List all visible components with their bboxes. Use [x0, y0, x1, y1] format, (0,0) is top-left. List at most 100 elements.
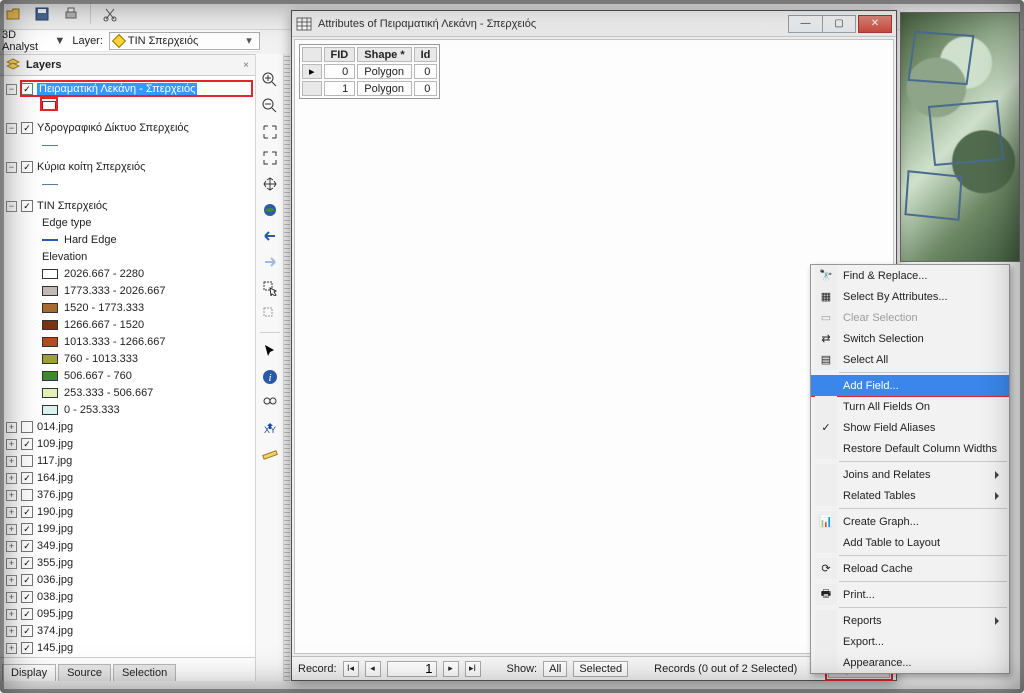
visibility-checkbox[interactable]	[21, 591, 33, 603]
menu-item[interactable]: ▦Select By Attributes...	[811, 286, 1009, 307]
expand-toggle[interactable]: +	[6, 592, 17, 603]
visibility-checkbox[interactable]	[21, 574, 33, 586]
back-extent-icon[interactable]	[260, 226, 280, 246]
layer-image-item[interactable]: +376.jpg	[6, 487, 253, 503]
maximize-button[interactable]: ▢	[822, 15, 856, 33]
menu-item[interactable]: Reports	[811, 610, 1009, 631]
layer-image-item[interactable]: +095.jpg	[6, 606, 253, 622]
expand-toggle[interactable]: +	[6, 609, 17, 620]
menu-item[interactable]: 🖶Print...	[811, 584, 1009, 605]
select-features-icon[interactable]	[260, 278, 280, 298]
menu-item[interactable]: Joins and Relates	[811, 464, 1009, 485]
layer-image-item[interactable]: +349.jpg	[6, 538, 253, 554]
next-record-button[interactable]: ▸	[443, 661, 459, 677]
expand-toggle[interactable]: −	[6, 201, 17, 212]
menu-item[interactable]: ✓Show Field Aliases	[811, 417, 1009, 438]
expand-toggle[interactable]: −	[6, 162, 17, 173]
expand-toggle[interactable]: +	[6, 626, 17, 637]
measure-icon[interactable]	[260, 445, 280, 465]
menu-item[interactable]: 📊Create Graph...	[811, 511, 1009, 532]
goto-xy-icon[interactable]: XY	[260, 419, 280, 439]
close-button[interactable]: ✕	[858, 15, 892, 33]
show-selected-button[interactable]: Selected	[573, 661, 628, 677]
layer-image-item[interactable]: +014.jpg	[6, 419, 253, 435]
find-icon[interactable]	[260, 393, 280, 413]
menu-item[interactable]: Appearance...	[811, 652, 1009, 673]
menu-item[interactable]: Add Table to Layout	[811, 532, 1009, 553]
visibility-checkbox[interactable]	[21, 540, 33, 552]
menu-item[interactable]: ▤Select All	[811, 349, 1009, 370]
pan-icon[interactable]	[260, 174, 280, 194]
attribute-table-grid[interactable]: FIDShape *Id ▸0Polygon0 1Polygon0	[299, 44, 440, 99]
show-all-button[interactable]: All	[543, 661, 567, 677]
fixed-zoom-out-icon[interactable]	[260, 148, 280, 168]
visibility-checkbox[interactable]	[21, 161, 33, 173]
expand-toggle[interactable]: +	[6, 490, 17, 501]
layer-image-item[interactable]: +036.jpg	[6, 572, 253, 588]
visibility-checkbox[interactable]	[21, 83, 33, 95]
zoom-in-icon[interactable]	[260, 70, 280, 90]
forward-extent-icon[interactable]	[260, 252, 280, 272]
expand-toggle[interactable]: +	[6, 575, 17, 586]
expand-toggle[interactable]: +	[6, 558, 17, 569]
expand-toggle[interactable]: +	[6, 456, 17, 467]
menu-item[interactable]: Related Tables	[811, 485, 1009, 506]
first-record-button[interactable]: I◂	[343, 661, 359, 677]
menu-item[interactable]: Add Field...	[811, 375, 1009, 396]
print-icon[interactable]	[61, 4, 81, 24]
layer-selected[interactable]: Πειραματική Λεκάνη - Σπερχειός	[37, 83, 197, 95]
column-header[interactable]: FID	[324, 47, 356, 62]
table-row[interactable]: 1Polygon0	[302, 81, 437, 96]
visibility-checkbox[interactable]	[21, 523, 33, 535]
layer-image-item[interactable]: +164.jpg	[6, 470, 253, 486]
menu-item[interactable]: Export...	[811, 631, 1009, 652]
full-extent-icon[interactable]	[260, 200, 280, 220]
column-header[interactable]: Shape *	[357, 47, 411, 62]
tab-source[interactable]: Source	[58, 664, 111, 681]
tab-selection[interactable]: Selection	[113, 664, 176, 681]
layer-image-item[interactable]: +117.jpg	[6, 453, 253, 469]
layer-image-item[interactable]: +199.jpg	[6, 521, 253, 537]
layer-image-item[interactable]: +190.jpg	[6, 504, 253, 520]
visibility-checkbox[interactable]	[21, 200, 33, 212]
table-row[interactable]: ▸0Polygon0	[302, 64, 437, 79]
clear-selection-icon[interactable]	[260, 304, 280, 324]
layer-image-item[interactable]: +145.jpg	[6, 640, 253, 656]
titlebar[interactable]: Attributes of Πειραματική Λεκάνη - Σπερχ…	[292, 11, 896, 37]
visibility-checkbox[interactable]	[21, 421, 33, 433]
layer-image-item[interactable]: +355.jpg	[6, 555, 253, 571]
expand-toggle[interactable]: +	[6, 473, 17, 484]
visibility-checkbox[interactable]	[21, 489, 33, 501]
layer-image-item[interactable]: +374.jpg	[6, 623, 253, 639]
cut-icon[interactable]	[100, 4, 120, 24]
expand-toggle[interactable]: +	[6, 507, 17, 518]
visibility-checkbox[interactable]	[21, 642, 33, 654]
visibility-checkbox[interactable]	[21, 472, 33, 484]
menu-item[interactable]: ⇄Switch Selection	[811, 328, 1009, 349]
menu-item[interactable]: ⟳Reload Cache	[811, 558, 1009, 579]
save-icon[interactable]	[32, 4, 52, 24]
visibility-checkbox[interactable]	[21, 608, 33, 620]
expand-toggle[interactable]: +	[6, 439, 17, 450]
toc-close-icon[interactable]: ×	[243, 60, 249, 71]
fixed-zoom-in-icon[interactable]	[260, 122, 280, 142]
expand-toggle[interactable]: −	[6, 84, 17, 95]
layer-image-item[interactable]: +109.jpg	[6, 436, 253, 452]
splitter[interactable]	[284, 54, 290, 681]
minimize-button[interactable]: —	[788, 15, 822, 33]
expand-toggle[interactable]: +	[6, 524, 17, 535]
expand-toggle[interactable]: +	[6, 541, 17, 552]
tab-display[interactable]: Display	[2, 664, 56, 681]
visibility-checkbox[interactable]	[21, 438, 33, 450]
layer-dropdown[interactable]: TIN Σπερχειός ▾	[109, 32, 260, 50]
last-record-button[interactable]: ▸I	[465, 661, 481, 677]
column-header[interactable]: Id	[414, 47, 438, 62]
menu-item[interactable]: Restore Default Column Widths	[811, 438, 1009, 459]
menu-item[interactable]: 🔭Find & Replace...	[811, 265, 1009, 286]
expand-toggle[interactable]: +	[6, 643, 17, 654]
prev-record-button[interactable]: ◂	[365, 661, 381, 677]
zoom-out-icon[interactable]	[260, 96, 280, 116]
expand-toggle[interactable]: −	[6, 123, 17, 134]
layer-image-item[interactable]: +038.jpg	[6, 589, 253, 605]
visibility-checkbox[interactable]	[21, 455, 33, 467]
